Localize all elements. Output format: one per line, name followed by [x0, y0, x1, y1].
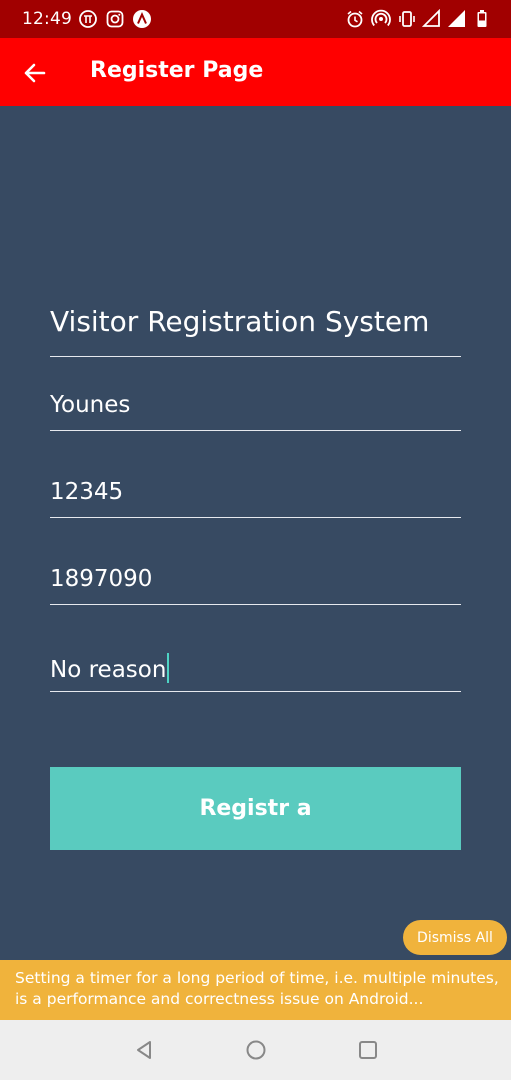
- page-title: Register Page: [90, 58, 264, 83]
- status-bar: 12:49: [0, 0, 511, 38]
- phone-field[interactable]: 1897090: [50, 560, 461, 605]
- signal-icon: [422, 9, 440, 27]
- warning-message: Setting a timer for a long period of tim…: [15, 969, 499, 1008]
- signal-full-icon: [448, 10, 465, 27]
- phone-field-value: 1897090: [50, 566, 153, 592]
- hotspot-icon: [371, 9, 391, 27]
- warning-toast[interactable]: Setting a timer for a long period of tim…: [0, 960, 511, 1020]
- form-heading: Visitor Registration System: [50, 302, 461, 357]
- name-field-value: Younes: [50, 392, 131, 418]
- recents-square-icon[interactable]: [356, 1038, 380, 1062]
- battery-icon: [477, 10, 487, 27]
- app-bar: Register Page: [0, 38, 511, 106]
- arrow-left-icon[interactable]: [20, 58, 50, 88]
- id-field-value: 12345: [50, 479, 124, 505]
- register-form: Visitor Registration System Younes 12345…: [0, 106, 511, 960]
- name-field[interactable]: Younes: [50, 386, 461, 431]
- pi-icon: [79, 10, 97, 28]
- text-cursor: [167, 653, 170, 683]
- register-button[interactable]: Registr a: [50, 767, 461, 850]
- alarm-icon: [347, 10, 363, 28]
- status-time: 12:49: [22, 9, 72, 29]
- reason-field[interactable]: No reason: [50, 647, 461, 692]
- home-circle-icon[interactable]: [244, 1038, 268, 1062]
- dismiss-all-button[interactable]: Dismiss All: [403, 920, 507, 955]
- vibrate-icon: [399, 11, 415, 27]
- system-nav-bar: [0, 1020, 511, 1080]
- reason-field-value: No reason: [50, 657, 167, 683]
- id-field[interactable]: 12345: [50, 473, 461, 518]
- react-native-icon: [133, 10, 151, 28]
- instagram-icon: [106, 10, 124, 28]
- form-heading-text: Visitor Registration System: [50, 305, 430, 338]
- back-triangle-icon[interactable]: [132, 1038, 156, 1062]
